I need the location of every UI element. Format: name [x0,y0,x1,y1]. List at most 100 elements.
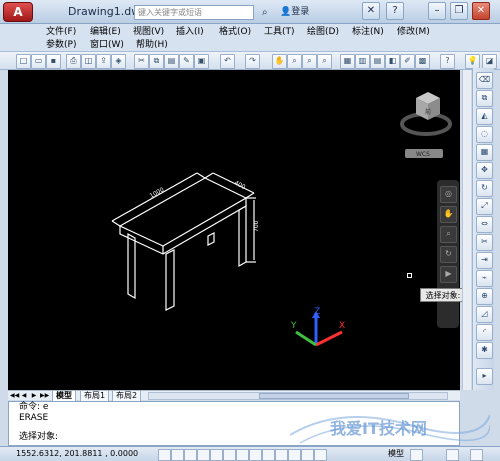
preview-icon[interactable]: ◫ [81,54,96,69]
pan-icon[interactable]: ✋ [272,54,287,69]
drawing-canvas[interactable]: 1000 400 700 Z X Y 前 WCS [8,70,460,390]
horizontal-scrollbar[interactable] [148,392,448,400]
offset-icon[interactable]: ◌ [476,126,493,143]
showmotion-icon[interactable]: ▶ [440,266,457,283]
exchange-icon[interactable]: ✕ [362,2,380,20]
close-button[interactable]: ✕ [472,2,490,20]
join-icon[interactable]: ⊕ [476,288,493,305]
object-snap-icon[interactable] [210,449,223,461]
search-input[interactable]: 键入关键字或短语 [134,5,254,20]
menu-edit[interactable]: 编辑(E) [90,26,121,38]
extend-icon[interactable]: ⇥ [476,252,493,269]
paste-icon[interactable]: ▤ [164,54,179,69]
prev-tab-arrow-icon[interactable]: ◀ [20,391,28,401]
polar-tracking-icon[interactable] [197,449,210,461]
first-tab-arrow-icon[interactable]: ◀◀ [10,391,19,401]
menu-draw[interactable]: 绘图(D) [307,26,339,38]
nav-toggle-icon[interactable]: ▸ [476,368,493,385]
zoom-nav-icon[interactable]: ⌕ [440,226,457,243]
cut-icon[interactable]: ✂ [134,54,149,69]
explode-icon[interactable]: ✱ [476,342,493,359]
orbit-nav-icon[interactable]: ↻ [440,246,457,263]
redo-icon[interactable]: ↷ [245,54,260,69]
array-icon[interactable]: ▦ [476,144,493,161]
title-bar: A Drawing1.dwg 键入关键字或短语 ⌕ 👤登录 ✕ ? – ❐ ✕ [0,0,500,24]
block-editor-icon[interactable]: ▣ [194,54,209,69]
application-menu-button[interactable]: A [3,2,33,22]
menu-dimension[interactable]: 标注(N) [352,26,384,38]
ucs-x-label: X [339,321,345,331]
menu-format[interactable]: 格式(O) [219,26,251,38]
3d-osnap-icon[interactable] [223,449,236,461]
menu-window[interactable]: 窗口(W) [90,39,124,51]
ducs-icon[interactable] [249,449,262,461]
match-properties-icon[interactable]: ✎ [179,54,194,69]
quick-view-layouts-icon[interactable] [410,449,423,461]
move-icon[interactable]: ✥ [476,162,493,179]
stretch-icon[interactable]: ⇔ [476,216,493,233]
login-button[interactable]: 👤登录 [280,5,320,20]
restore-button[interactable]: ❐ [450,2,468,20]
viewcube[interactable]: 前 WCS [400,92,452,158]
menu-insert[interactable]: 插入(I) [176,26,204,38]
zoom-previous-icon[interactable]: ⌕ [317,54,332,69]
menu-help[interactable]: 帮助(H) [136,39,168,51]
selection-cycling-icon[interactable] [314,449,327,461]
coordinates-readout[interactable]: 1552.6312, 201.8811 , 0.0000 [16,447,138,461]
open-icon[interactable]: ▭ [31,54,46,69]
lightbulb-icon[interactable]: 💡 [465,54,480,69]
trim-icon[interactable]: ✂ [476,234,493,251]
undo-icon[interactable]: ↶ [220,54,235,69]
new-icon[interactable]: □ [16,54,31,69]
publish-icon[interactable]: ⇪ [96,54,111,69]
next-tab-arrow-icon[interactable]: ▶ [30,391,38,401]
copy-icon[interactable]: ⧉ [149,54,164,69]
clean-screen-icon[interactable] [470,449,483,461]
pan-nav-icon[interactable]: ✋ [440,206,457,223]
ortho-mode-icon[interactable] [184,449,197,461]
tool-palettes-icon[interactable]: ▤ [370,54,385,69]
zoom-realtime-icon[interactable]: ⌕ [287,54,302,69]
break-icon[interactable]: ⌁ [476,270,493,287]
last-tab-arrow-icon[interactable]: ▶▶ [40,391,49,401]
binoculars-icon[interactable]: ⌕ [262,5,276,20]
menu-tools[interactable]: 工具(T) [264,26,295,38]
erase-icon[interactable]: ⌫ [476,72,493,89]
design-center-icon[interactable]: ▥ [355,54,370,69]
transparency-icon[interactable] [288,449,301,461]
chamfer-icon[interactable]: ◿ [476,306,493,323]
quick-properties-icon[interactable] [301,449,314,461]
grid-display-icon[interactable] [171,449,184,461]
menu-modify[interactable]: 修改(M) [397,26,430,38]
mirror-icon[interactable]: ◭ [476,108,493,125]
horizontal-scroll-thumb[interactable] [259,393,409,399]
lightbulb-status-icon[interactable] [446,449,459,461]
lineweight-icon[interactable] [275,449,288,461]
print-icon[interactable]: ⎙ [66,54,81,69]
steering-wheel-icon[interactable]: ◎ [440,186,457,203]
help-icon[interactable]: ? [440,54,455,69]
vertical-scrollbar[interactable] [462,70,471,390]
layer-icon[interactable]: ◪ [482,54,497,69]
zoom-window-icon[interactable]: ⌕ [302,54,317,69]
snap-mode-icon[interactable] [158,449,171,461]
quickcalc-icon[interactable]: ▩ [415,54,430,69]
menu-file[interactable]: 文件(F) [46,26,76,38]
otrack-icon[interactable] [236,449,249,461]
dyn-input-icon[interactable] [262,449,275,461]
model-space-label[interactable]: 模型 [388,447,404,461]
help-button[interactable]: ? [386,2,404,20]
sheet-set-icon[interactable]: ◧ [385,54,400,69]
rotate-icon[interactable]: ↻ [476,180,493,197]
minimize-button[interactable]: – [428,2,446,20]
properties-icon[interactable]: ▦ [340,54,355,69]
menu-parameters[interactable]: 参数(P) [46,39,76,51]
markup-icon[interactable]: ✐ [400,54,415,69]
copy-object-icon[interactable]: ⧉ [476,90,493,107]
fillet-icon[interactable]: ◜ [476,324,493,341]
save-icon[interactable]: ▪ [46,54,61,69]
scale-icon[interactable]: ⤢ [476,198,493,215]
menu-view[interactable]: 视图(V) [133,26,164,38]
3d-print-icon[interactable]: ◈ [111,54,126,69]
ucs-icon: Z X Y [290,307,345,347]
